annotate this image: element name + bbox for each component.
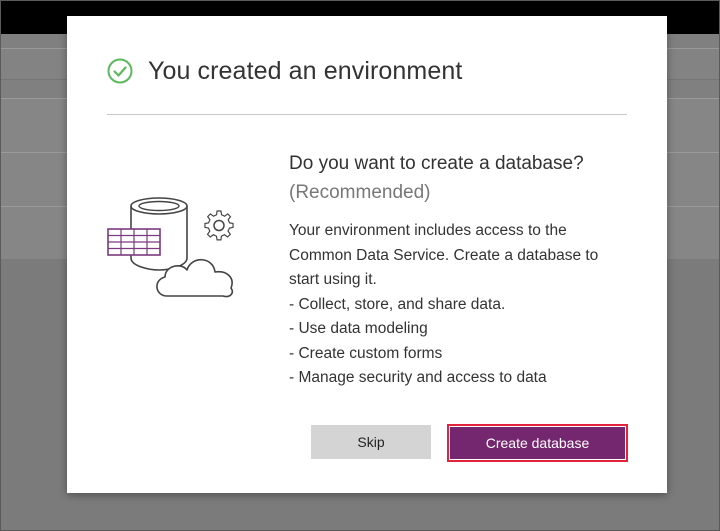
feature-list-item: - Manage security and access to data — [289, 369, 547, 386]
create-database-button[interactable]: Create database — [447, 424, 628, 462]
dialog-header: You created an environment — [107, 54, 462, 88]
header-divider — [107, 114, 627, 115]
description-line: start using it. — [289, 271, 377, 288]
dialog-content: Do you want to create a database? (Recom… — [289, 152, 639, 391]
dialog-description: Your environment includes access to the … — [289, 219, 639, 391]
feature-list-item: - Collect, store, and share data. — [289, 295, 506, 313]
description-line: Your environment includes access to the — [289, 222, 567, 239]
check-circle-icon — [107, 58, 133, 84]
recommended-label: (Recommended) — [289, 182, 431, 203]
feature-list-item: - Use data modeling — [289, 320, 428, 337]
skip-button[interactable]: Skip — [311, 425, 431, 459]
dialog-question: Do you want to create a database? — [289, 153, 584, 174]
description-line: Common Data Service. Create a database t… — [289, 246, 599, 264]
dialog-title: You created an environment — [148, 56, 463, 85]
database-cloud-illustration — [107, 197, 234, 298]
create-database-dialog: You created an environment Do you want t… — [67, 16, 667, 493]
feature-list-item: - Create custom forms — [289, 344, 443, 362]
